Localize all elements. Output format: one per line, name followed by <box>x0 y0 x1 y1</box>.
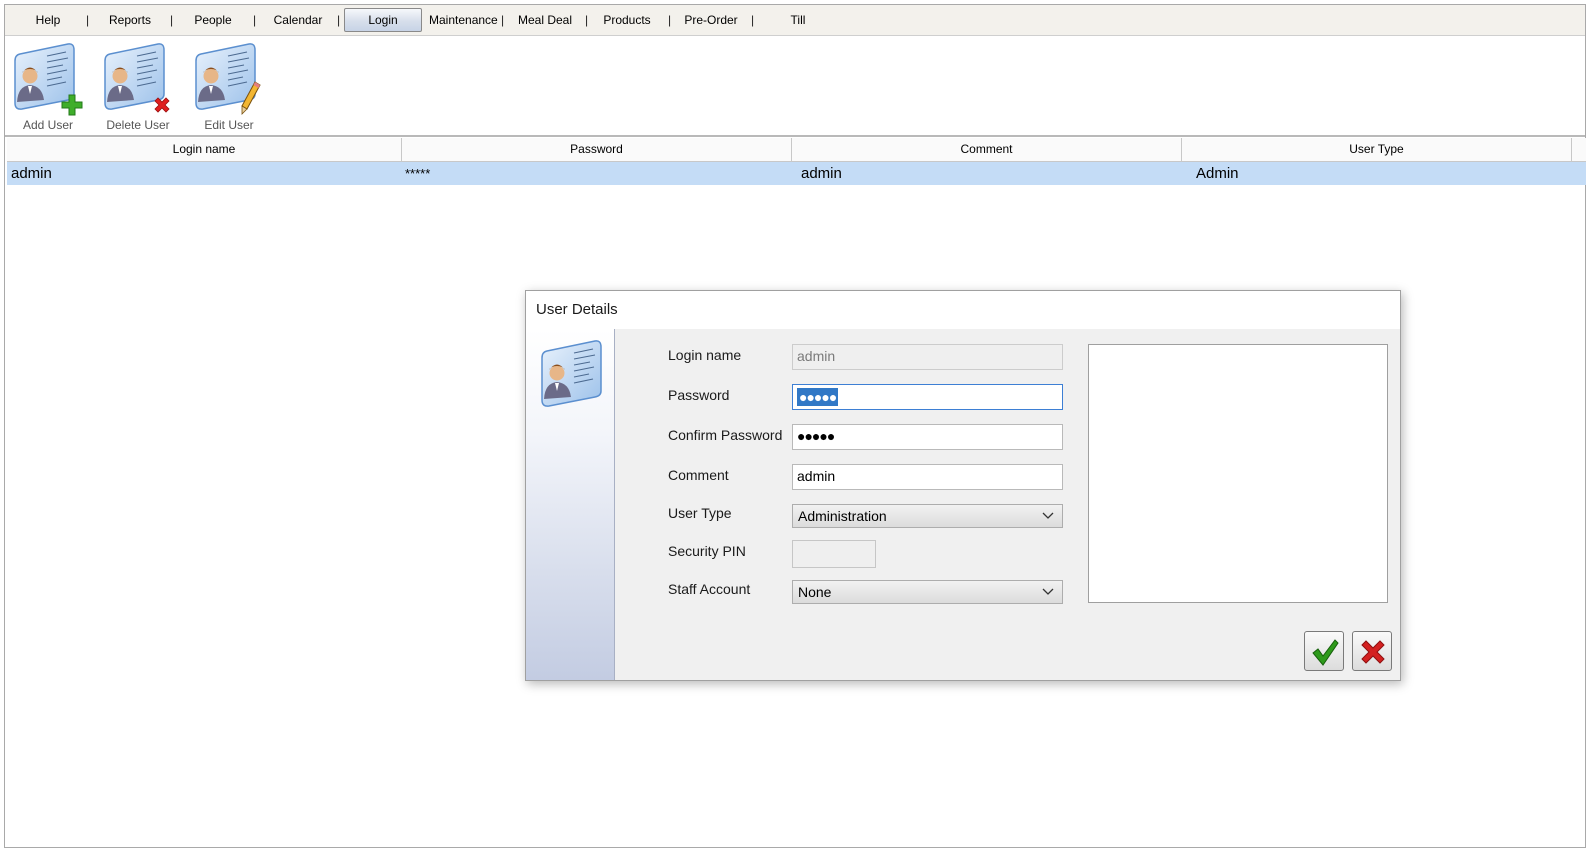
user-type-label: User Type <box>668 505 732 521</box>
menu-bar: Help | Reports | People | Calendar | Log… <box>5 5 1585 36</box>
menu-pre-order[interactable]: Pre-Order <box>683 5 739 35</box>
green-check-icon <box>1312 639 1339 666</box>
user-card-icon <box>537 339 605 409</box>
column-header-comment[interactable]: Comment <box>792 138 1182 161</box>
dialog-side-panel <box>526 329 615 680</box>
cell-comment: admin <box>801 165 842 182</box>
pencil-icon <box>241 81 261 115</box>
login-name-field[interactable]: admin <box>792 344 1063 370</box>
red-x-icon <box>1361 640 1385 664</box>
cell-password: ***** <box>405 166 431 181</box>
login-name-label: Login name <box>668 347 742 363</box>
add-user-label: Add User <box>22 118 74 132</box>
user-details-dialog: User Details Login name admin Password ●… <box>525 290 1401 681</box>
table-row[interactable]: admin ***** admin Admin <box>7 162 1586 185</box>
cell-user-type: Admin <box>1196 165 1239 182</box>
users-grid-header: Login name Password Comment User Type <box>7 138 1586 162</box>
notes-panel[interactable] <box>1088 344 1388 603</box>
menu-separator: | <box>585 13 589 27</box>
column-header-user-type[interactable]: User Type <box>1182 138 1572 161</box>
menu-till[interactable]: Till <box>783 5 813 35</box>
chevron-down-icon <box>1042 588 1054 595</box>
menu-maintenance[interactable]: Maintenance <box>429 5 498 35</box>
password-value: ●●●●● <box>797 388 839 406</box>
plus-icon <box>61 94 83 116</box>
delete-user-button[interactable]: Delete User <box>95 40 181 134</box>
security-pin-label: Security PIN <box>668 543 746 559</box>
ok-button[interactable] <box>1304 631 1344 671</box>
staff-account-select[interactable]: None <box>792 580 1063 604</box>
edit-user-label: Edit User <box>204 118 254 132</box>
menu-meal-deal[interactable]: Meal Deal <box>514 5 576 35</box>
menu-separator: | <box>751 13 755 27</box>
password-label: Password <box>668 387 730 403</box>
comment-label: Comment <box>668 467 729 483</box>
delete-user-label: Delete User <box>106 118 170 132</box>
confirm-password-field[interactable]: ●●●●● <box>792 424 1063 450</box>
menu-separator: | <box>170 13 174 27</box>
column-header-login-name[interactable]: Login name <box>7 138 402 161</box>
menu-reports[interactable]: Reports <box>105 5 155 35</box>
dialog-title: User Details <box>536 301 618 318</box>
menu-separator: | <box>668 13 672 27</box>
chevron-down-icon <box>1042 512 1054 519</box>
cancel-button[interactable] <box>1352 631 1392 671</box>
add-user-button[interactable]: Add User <box>5 40 91 134</box>
menu-separator: | <box>86 13 90 27</box>
staff-account-label: Staff Account <box>668 581 751 597</box>
staff-account-value: None <box>798 584 832 600</box>
dialog-title-bar: User Details <box>526 291 1400 329</box>
confirm-password-label: Confirm Password <box>668 427 783 443</box>
security-pin-field[interactable] <box>792 540 876 568</box>
menu-calendar[interactable]: Calendar <box>271 5 325 35</box>
menu-login[interactable]: Login <box>344 8 422 32</box>
user-type-select[interactable]: Administration <box>792 504 1063 528</box>
toolbar-divider <box>5 135 1585 137</box>
menu-products[interactable]: Products <box>600 5 654 35</box>
edit-user-button[interactable]: Edit User <box>186 40 272 134</box>
password-field[interactable]: ●●●●● <box>792 384 1063 410</box>
menu-separator: | <box>337 13 341 27</box>
user-type-value: Administration <box>798 508 887 524</box>
column-header-password[interactable]: Password <box>402 138 792 161</box>
comment-field[interactable]: admin <box>792 464 1063 490</box>
menu-separator: | <box>501 13 505 27</box>
menu-separator: | <box>253 13 257 27</box>
cell-login-name: admin <box>11 165 52 182</box>
menu-help[interactable]: Help <box>27 5 69 35</box>
red-x-icon <box>154 97 170 113</box>
menu-people[interactable]: People <box>190 5 236 35</box>
